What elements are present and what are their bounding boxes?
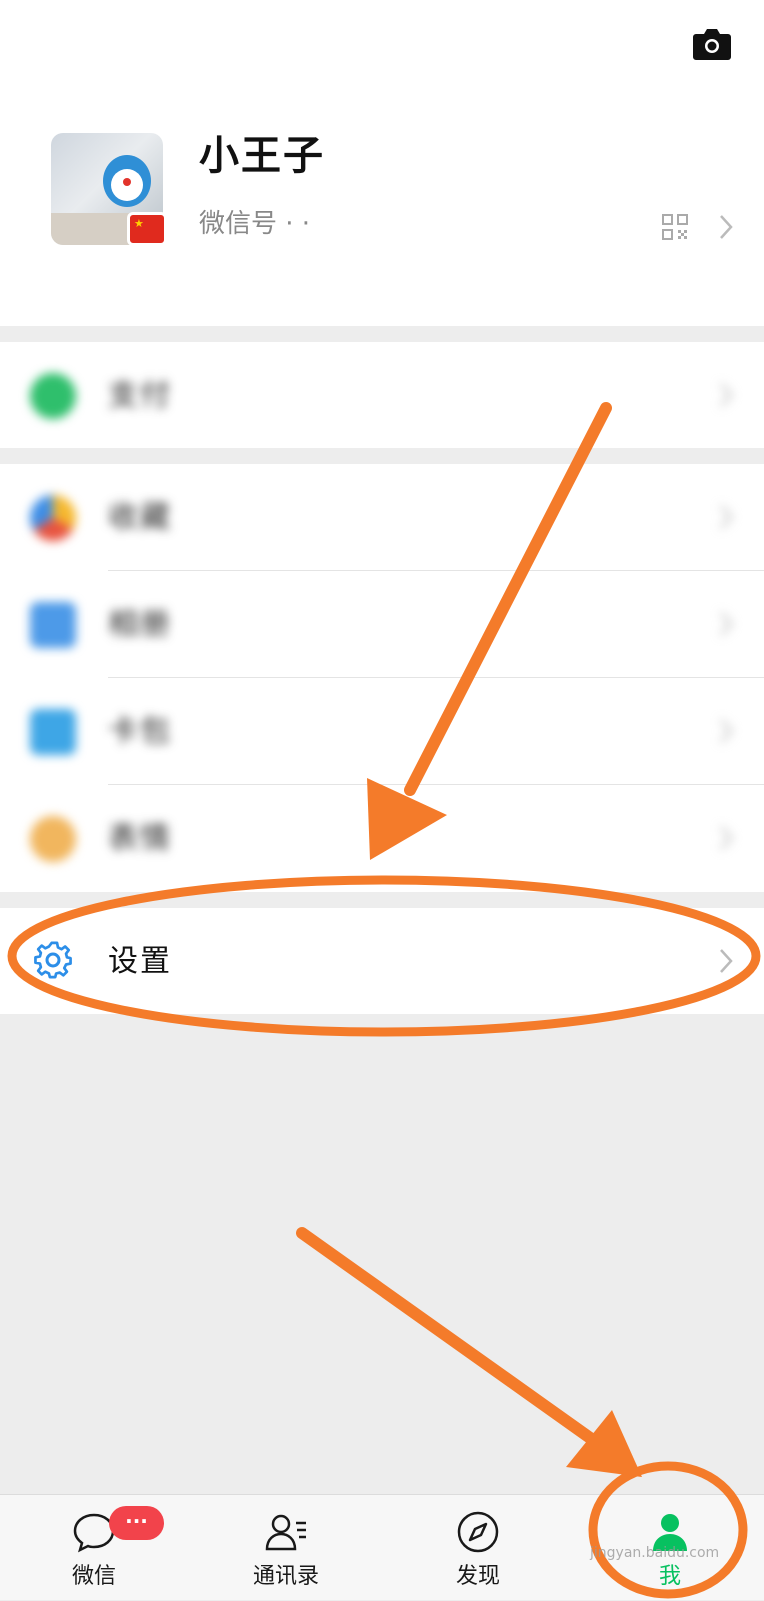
tab-label: 发现 bbox=[455, 1564, 500, 1589]
pay-section: 支付 bbox=[0, 342, 764, 448]
tab-label: 通讯录 bbox=[252, 1564, 319, 1589]
wechat-id[interactable]: 微信号 · · bbox=[199, 207, 310, 241]
china-flag-icon: ★ bbox=[127, 212, 167, 246]
tools-section: 收藏 相册 卡包 表情 bbox=[0, 464, 764, 892]
arrow-shaft-me bbox=[296, 1227, 606, 1451]
menu-item-stickers[interactable]: 表情 bbox=[0, 785, 764, 891]
chevron-right-icon bbox=[720, 826, 733, 850]
chevron-right-icon bbox=[720, 383, 733, 407]
profile-header: ★ 小王子 微信号 · · bbox=[0, 0, 764, 326]
unread-badge: ··· bbox=[109, 1506, 164, 1540]
arrow-head-me bbox=[566, 1410, 642, 1477]
tab-label: 微信 bbox=[71, 1564, 116, 1589]
favorites-icon bbox=[30, 495, 76, 541]
menu-item-label: 设置 bbox=[108, 944, 172, 979]
album-icon bbox=[30, 602, 76, 648]
chevron-right-icon bbox=[720, 505, 733, 529]
menu-item-label: 支付 bbox=[108, 378, 172, 413]
discover-icon bbox=[457, 1511, 499, 1553]
tab-discover[interactable]: 发现 bbox=[398, 1495, 558, 1601]
menu-item-pay[interactable]: 支付 bbox=[0, 342, 764, 448]
camera-icon[interactable] bbox=[692, 26, 732, 62]
menu-item-label: 卡包 bbox=[108, 714, 172, 749]
profile-name: 小王子 bbox=[199, 133, 325, 179]
watermark: jingyan.baidu.com bbox=[590, 1545, 720, 1561]
tab-label: 我 bbox=[658, 1564, 681, 1589]
menu-item-card-wallet[interactable]: 卡包 bbox=[0, 678, 764, 784]
menu-item-label: 相册 bbox=[108, 607, 172, 642]
qr-code-icon[interactable] bbox=[662, 214, 688, 240]
menu-item-label: 表情 bbox=[108, 821, 172, 856]
chevron-right-icon bbox=[720, 612, 733, 636]
chevron-right-icon bbox=[720, 719, 733, 743]
menu-item-settings[interactable]: 设置 bbox=[0, 908, 764, 1014]
gear-icon bbox=[34, 941, 72, 979]
chevron-right-icon bbox=[720, 949, 733, 973]
card-wallet-icon bbox=[30, 709, 76, 755]
menu-item-album[interactable]: 相册 bbox=[0, 571, 764, 677]
sticker-icon bbox=[30, 816, 76, 862]
pay-icon bbox=[30, 373, 76, 419]
tab-contacts[interactable]: 通讯录 bbox=[206, 1495, 366, 1601]
menu-item-label: 收藏 bbox=[108, 500, 172, 535]
settings-section: 设置 bbox=[0, 908, 764, 1014]
contacts-icon bbox=[265, 1514, 306, 1551]
menu-item-favorites[interactable]: 收藏 bbox=[0, 464, 764, 570]
chevron-right-icon[interactable] bbox=[718, 213, 734, 241]
